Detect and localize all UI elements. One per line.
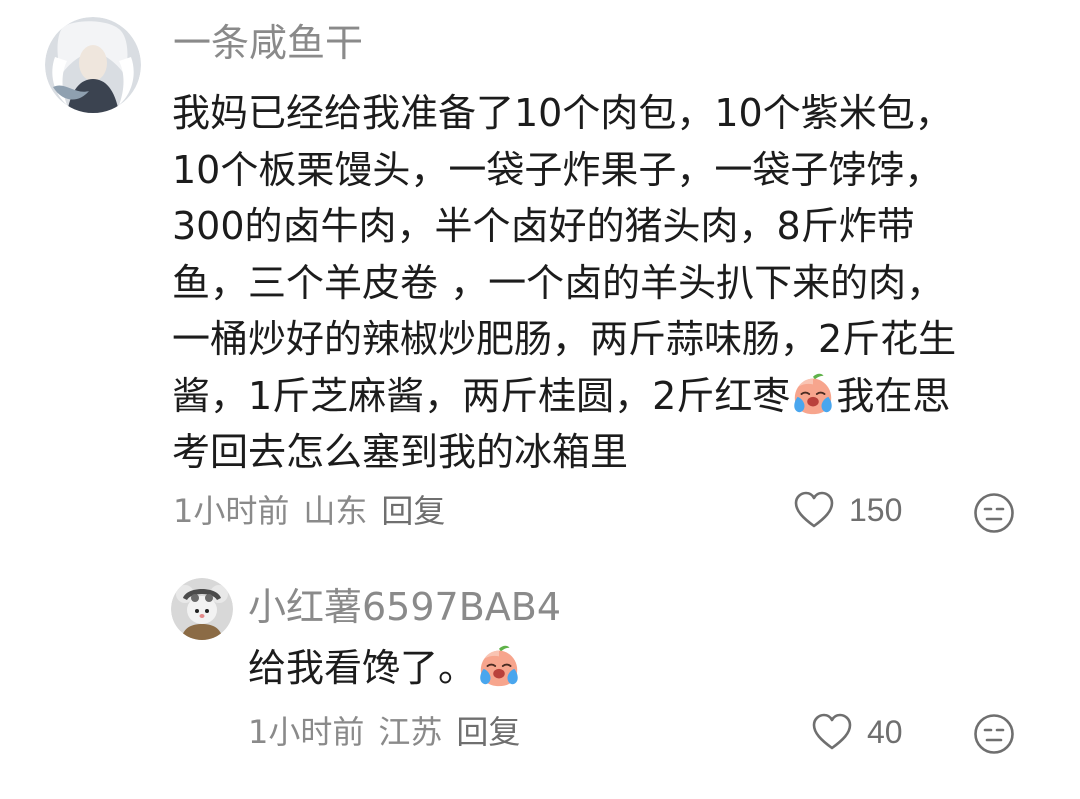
comment-text-segment: 我在思 — [836, 373, 951, 418]
comment-location: 山东 — [303, 492, 368, 530]
comment-text-line: 我妈已经给我准备了10个肉包，10个紫米包， — [172, 91, 953, 135]
like-count: 40 — [867, 714, 903, 750]
comment-time: 1小时前 — [248, 713, 365, 751]
reply-button[interactable]: 回复 — [381, 492, 445, 530]
comment-text-segment: 酱，1斤芝麻酱，两斤桂圆，2斤红枣 — [172, 373, 791, 418]
comment-meta: 1小时前 江苏 回复 — [248, 716, 534, 748]
unhappy-face-icon[interactable] — [973, 492, 1015, 534]
like-count: 150 — [849, 492, 903, 528]
comment-text-segment: 给我看馋了。 — [248, 646, 477, 690]
comment-text-line: 鱼，三个羊皮卷 ，一个卤的羊头扒下来的肉， — [172, 260, 945, 305]
like-button[interactable]: 150 — [793, 490, 902, 530]
comment-text-line: 考回去怎么塞到我的冰箱里 — [172, 430, 629, 474]
avatar[interactable] — [171, 578, 233, 640]
comment-username[interactable]: 小红薯6597BAB4 — [248, 588, 561, 626]
crying-peach-emoji-icon — [476, 643, 522, 689]
comment-time: 1小时前 — [173, 492, 290, 530]
avatar[interactable] — [45, 17, 141, 113]
comment-text-line: 300的卤牛肉，半个卤好的猪头肉，8斤炸带 — [172, 204, 915, 248]
heart-outline-icon — [794, 491, 834, 528]
comment-location: 江苏 — [378, 713, 443, 751]
like-button[interactable]: 40 — [811, 712, 903, 752]
heart-outline-icon — [812, 713, 852, 750]
comment-text: 给我看馋了。 — [248, 640, 522, 697]
unhappy-face-icon[interactable] — [973, 713, 1015, 755]
comment-username[interactable]: 一条咸鱼干 — [173, 24, 363, 62]
reply-button[interactable]: 回复 — [456, 713, 520, 751]
comment-text-line: 一桶炒好的辣椒炒肥肠，两斤蒜味肠，2斤花生 — [172, 317, 957, 361]
comment-text-line: 酱，1斤芝麻酱，两斤桂圆，2斤红枣 我在思 — [172, 368, 956, 425]
comment-meta: 1小时前 山东 回复 — [173, 495, 459, 527]
comment-text-line: 10个板栗馒头，一袋子炸果子，一袋子饽饽， — [172, 147, 943, 192]
comment-text: 我妈已经给我准备了10个肉包，10个紫米包， 10个板栗馒头，一袋子炸果子，一袋… — [172, 85, 956, 481]
crying-peach-emoji-icon — [790, 371, 836, 417]
comment-text-line: 给我看馋了。 — [248, 640, 522, 697]
